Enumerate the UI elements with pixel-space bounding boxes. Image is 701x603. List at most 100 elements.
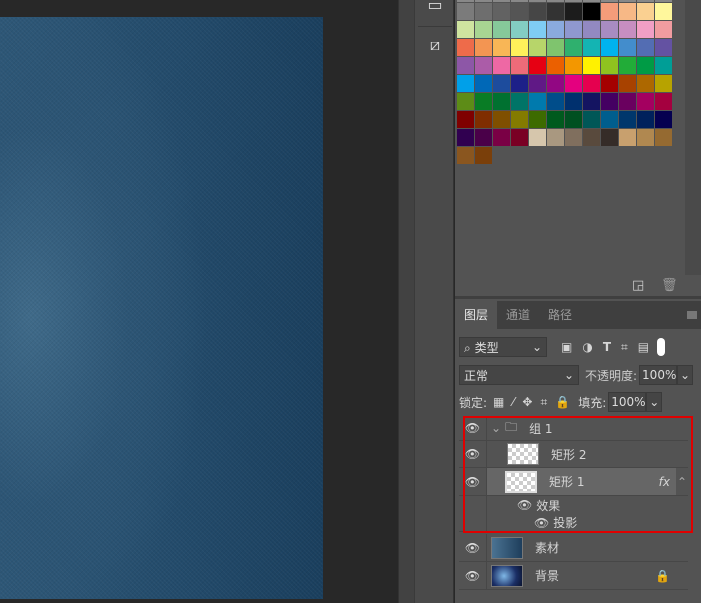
layer-row-background[interactable]: 👁 背景 🔒 bbox=[459, 562, 688, 590]
swatch[interactable] bbox=[583, 3, 600, 20]
visibility-eye-icon[interactable]: 👁 bbox=[459, 416, 487, 440]
swatch[interactable] bbox=[547, 57, 564, 74]
swatch[interactable] bbox=[655, 93, 672, 110]
tab-layers[interactable]: 图层 bbox=[455, 301, 498, 329]
swatch[interactable] bbox=[637, 75, 654, 92]
filter-smart-object-icon[interactable]: ▤ bbox=[638, 340, 649, 354]
visibility-eye-icon[interactable]: 👁 bbox=[534, 516, 549, 530]
tab-channels[interactable]: 通道 bbox=[497, 301, 539, 329]
swatch[interactable] bbox=[619, 75, 636, 92]
swatch[interactable] bbox=[655, 21, 672, 38]
swatch[interactable] bbox=[637, 3, 654, 20]
swatch[interactable] bbox=[565, 3, 582, 20]
swatch[interactable] bbox=[529, 129, 546, 146]
swatch[interactable] bbox=[475, 21, 492, 38]
swatch[interactable] bbox=[583, 93, 600, 110]
swatch[interactable] bbox=[565, 111, 582, 128]
layer-effects-row[interactable]: 👁 效果 bbox=[459, 496, 688, 514]
swatch[interactable] bbox=[601, 57, 618, 74]
swatch[interactable] bbox=[457, 129, 474, 146]
swatch[interactable] bbox=[637, 57, 654, 74]
new-swatch-icon[interactable]: ◲ bbox=[632, 278, 644, 293]
swatch[interactable] bbox=[529, 57, 546, 74]
swatch[interactable] bbox=[475, 93, 492, 110]
swatch[interactable] bbox=[583, 21, 600, 38]
swatch[interactable] bbox=[655, 57, 672, 74]
lock-paint-icon[interactable]: ⁄ bbox=[512, 395, 514, 409]
opacity-dropdown[interactable]: ⌄ bbox=[677, 365, 694, 385]
swatch[interactable] bbox=[511, 39, 528, 56]
swatch[interactable] bbox=[565, 93, 582, 110]
document-canvas[interactable] bbox=[0, 17, 323, 599]
opacity-input[interactable]: 100% bbox=[639, 365, 678, 385]
swatch[interactable] bbox=[655, 0, 672, 2]
swatch[interactable] bbox=[547, 75, 564, 92]
swatch[interactable] bbox=[529, 3, 546, 20]
swatch[interactable] bbox=[475, 147, 492, 164]
swatch[interactable] bbox=[637, 21, 654, 38]
swatch[interactable] bbox=[511, 93, 528, 110]
swatch[interactable] bbox=[529, 93, 546, 110]
swatch[interactable] bbox=[475, 111, 492, 128]
swatch[interactable] bbox=[637, 129, 654, 146]
swatch[interactable] bbox=[511, 129, 528, 146]
swatch[interactable] bbox=[493, 3, 510, 20]
lock-position-icon[interactable]: ✥ bbox=[522, 395, 532, 409]
layer-row-rect-2[interactable]: 👁 矩形 2 bbox=[459, 441, 688, 468]
swatch[interactable] bbox=[511, 21, 528, 38]
swatch[interactable] bbox=[529, 39, 546, 56]
swatch[interactable] bbox=[565, 129, 582, 146]
filter-shape-icon[interactable]: ⌗ bbox=[621, 340, 628, 355]
swatch[interactable] bbox=[583, 111, 600, 128]
swatch[interactable] bbox=[565, 57, 582, 74]
swatch[interactable] bbox=[457, 0, 474, 2]
fill-input[interactable]: 100% bbox=[608, 392, 647, 412]
swatch[interactable] bbox=[529, 111, 546, 128]
swatch[interactable] bbox=[655, 75, 672, 92]
swatch[interactable] bbox=[619, 57, 636, 74]
visibility-eye-icon[interactable]: 👁 bbox=[517, 498, 532, 512]
swatch[interactable] bbox=[457, 75, 474, 92]
filter-type-icon[interactable]: T bbox=[603, 340, 611, 354]
swatches-scrollbar[interactable] bbox=[685, 0, 701, 275]
swatch[interactable] bbox=[493, 57, 510, 74]
swatch[interactable] bbox=[583, 75, 600, 92]
libraries-button[interactable]: ⧄ bbox=[418, 26, 452, 62]
layer-row-group-1[interactable]: 👁 ⌄ 🗀 组 1 bbox=[459, 416, 688, 441]
filter-adjustment-icon[interactable]: ◑ bbox=[582, 340, 592, 354]
swatch[interactable] bbox=[601, 129, 618, 146]
swatch[interactable] bbox=[637, 39, 654, 56]
swatch[interactable] bbox=[637, 111, 654, 128]
swatch[interactable] bbox=[619, 3, 636, 20]
swatch[interactable] bbox=[547, 0, 564, 2]
swatch[interactable] bbox=[601, 0, 618, 2]
swatch[interactable] bbox=[547, 129, 564, 146]
swatch[interactable] bbox=[547, 3, 564, 20]
swatch[interactable] bbox=[565, 21, 582, 38]
swatch[interactable] bbox=[547, 21, 564, 38]
swatch[interactable] bbox=[457, 93, 474, 110]
panel-icon-button[interactable]: ▭ bbox=[418, 0, 452, 22]
swatch[interactable] bbox=[457, 111, 474, 128]
lock-transparent-icon[interactable]: ▦ bbox=[493, 395, 504, 409]
swatch[interactable] bbox=[475, 75, 492, 92]
visibility-eye-icon[interactable]: 👁 bbox=[459, 441, 487, 467]
swatch[interactable] bbox=[475, 129, 492, 146]
swatch[interactable] bbox=[601, 3, 618, 20]
swatch[interactable] bbox=[619, 129, 636, 146]
swatch[interactable] bbox=[637, 93, 654, 110]
layer-effect-drop-shadow[interactable]: 👁 投影 bbox=[459, 514, 688, 532]
layer-row-rect-1[interactable]: 👁 矩形 1 fx ⌃ bbox=[459, 468, 688, 496]
swatch[interactable] bbox=[583, 57, 600, 74]
swatch[interactable] bbox=[457, 147, 474, 164]
swatch[interactable] bbox=[547, 39, 564, 56]
filter-toggle[interactable] bbox=[657, 338, 666, 356]
swatch[interactable] bbox=[565, 0, 582, 2]
swatch[interactable] bbox=[601, 39, 618, 56]
filter-kind-select[interactable]: ⌕ 类型 ⌄ bbox=[459, 337, 547, 357]
swatch[interactable] bbox=[619, 111, 636, 128]
swatch[interactable] bbox=[619, 93, 636, 110]
swatch[interactable] bbox=[583, 0, 600, 2]
fx-icon[interactable]: fx bbox=[659, 475, 670, 489]
swatch[interactable] bbox=[655, 129, 672, 146]
